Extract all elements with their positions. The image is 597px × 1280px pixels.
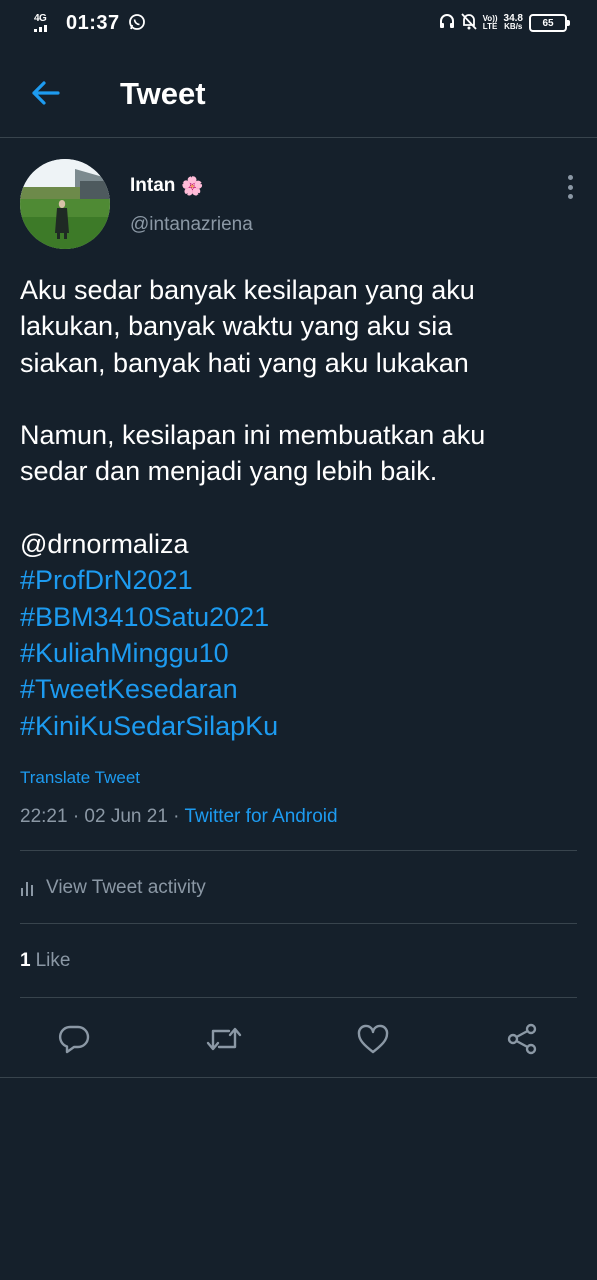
likes-label: Like: [35, 950, 71, 971]
share-button[interactable]: [502, 1019, 542, 1059]
author-handle[interactable]: @intanazriena: [130, 214, 253, 236]
more-options-button[interactable]: [563, 175, 577, 199]
battery-icon: 65: [529, 14, 570, 32]
hashtag-link[interactable]: #ProfDrN2021: [20, 562, 577, 598]
mention-text: @drnormaliza: [20, 529, 189, 560]
back-button[interactable]: [26, 76, 66, 110]
tweet-meta: 22:21 · 02 Jun 21 · Twitter for Android: [20, 806, 338, 828]
author-display-name: Intan: [130, 175, 176, 196]
reply-button[interactable]: [54, 1019, 94, 1059]
translate-tweet-link[interactable]: Translate Tweet: [20, 768, 140, 788]
headphones-icon: [439, 13, 455, 34]
status-right: Vo)) LTE 34.8 KB/s 65: [439, 12, 570, 35]
tweet-line: sedar dan menjadi yang lebih baik.: [20, 456, 438, 487]
comment-icon: [58, 1025, 90, 1054]
retweet-icon: [206, 1027, 242, 1051]
share-icon: [507, 1023, 537, 1055]
divider: [20, 997, 577, 998]
whatsapp-icon: [128, 13, 146, 31]
retweet-button[interactable]: [204, 1019, 244, 1059]
tweet-line: siakan, banyak hati yang aku lukakan: [20, 347, 469, 378]
hashtag-link[interactable]: #BBM3410Satu2021: [20, 599, 577, 635]
more-vertical-icon: [567, 175, 573, 180]
arrow-left-icon: [32, 81, 60, 105]
volte-bottom: LTE: [482, 22, 498, 31]
app-header: Tweet: [0, 46, 597, 138]
mute-bell-icon: [460, 12, 477, 35]
tweet-author: Intan 🌸 @intanazriena: [20, 159, 577, 249]
bar-chart-icon: [21, 882, 33, 896]
network-indicator: 4G: [34, 13, 54, 33]
divider: [20, 923, 577, 924]
hashtag-link[interactable]: #KiniKuSedarSilapKu: [20, 708, 577, 744]
tweet-source-link[interactable]: Twitter for Android: [184, 806, 337, 827]
tweet-line: Aku sedar banyak kesilapan yang aku: [20, 275, 475, 305]
signal-icon: [34, 25, 47, 32]
like-button[interactable]: [353, 1019, 393, 1059]
likes-count[interactable]: 1 Like: [20, 950, 70, 972]
heart-icon: [357, 1024, 389, 1054]
hashtag-link[interactable]: #KuliahMinggu10: [20, 635, 577, 671]
hashtag-link[interactable]: #TweetKesedaran: [20, 671, 577, 707]
view-tweet-activity-button[interactable]: View Tweet activity: [20, 876, 206, 900]
likes-number: 1: [20, 950, 31, 971]
page-title: Tweet: [120, 76, 206, 111]
tweet-text: Aku sedar banyak kesilapan yang aku laku…: [20, 272, 577, 744]
network-label: 4G: [34, 13, 47, 24]
tweet-line: Namun, kesilapan ini membuatkan aku: [20, 420, 486, 451]
author-name[interactable]: Intan 🌸: [130, 175, 204, 197]
activity-label: View Tweet activity: [46, 877, 206, 898]
tweet-timestamp: 22:21 · 02 Jun 21 ·: [20, 806, 185, 827]
divider: [0, 1077, 597, 1078]
volte-indicator: Vo)) LTE: [483, 15, 498, 31]
net-speed: 34.8 KB/s: [504, 14, 523, 31]
status-time: 01:37: [66, 12, 120, 34]
status-bar: 4G 01:37 Vo)) LTE 34.8 KB/s 65: [0, 0, 597, 46]
flower-emoji: 🌸: [181, 175, 204, 196]
battery-level: 65: [542, 17, 554, 29]
tweet-line: lakukan, banyak waktu yang aku sia: [20, 311, 453, 342]
avatar[interactable]: [20, 159, 110, 249]
divider: [20, 850, 577, 851]
speed-unit: KB/s: [504, 22, 523, 31]
